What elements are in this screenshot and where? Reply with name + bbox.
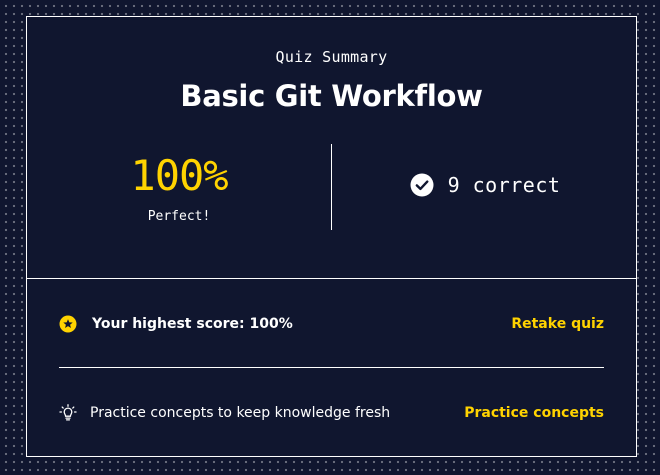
correct-stat: 9 correct bbox=[332, 173, 638, 197]
retake-quiz-link[interactable]: Retake quiz bbox=[511, 316, 604, 332]
eyebrow-label: Quiz Summary bbox=[275, 48, 388, 66]
practice-concepts-link[interactable]: Practice concepts bbox=[464, 405, 604, 421]
score-stat: 100% Perfect! bbox=[27, 149, 331, 224]
highest-score-text: Your highest score: 100% bbox=[92, 316, 293, 332]
quiz-title: Basic Git Workflow bbox=[180, 79, 483, 113]
practice-text: Practice concepts to keep knowledge fres… bbox=[90, 405, 391, 421]
lightbulb-icon bbox=[59, 404, 77, 421]
check-circle-icon bbox=[410, 173, 434, 197]
quiz-summary-card: Quiz Summary Basic Git Workflow 100% Per… bbox=[26, 16, 637, 457]
highest-score-row: Your highest score: 100% Retake quiz bbox=[59, 311, 604, 337]
score-percent: 100% bbox=[130, 151, 228, 200]
score-label: Perfect! bbox=[147, 209, 211, 224]
correct-count: 9 correct bbox=[447, 173, 561, 197]
summary-header: Quiz Summary Basic Git Workflow 100% Per… bbox=[27, 17, 636, 279]
section-divider bbox=[59, 367, 604, 368]
practice-row: Practice concepts to keep knowledge fres… bbox=[59, 400, 604, 426]
star-badge-icon bbox=[59, 315, 77, 333]
